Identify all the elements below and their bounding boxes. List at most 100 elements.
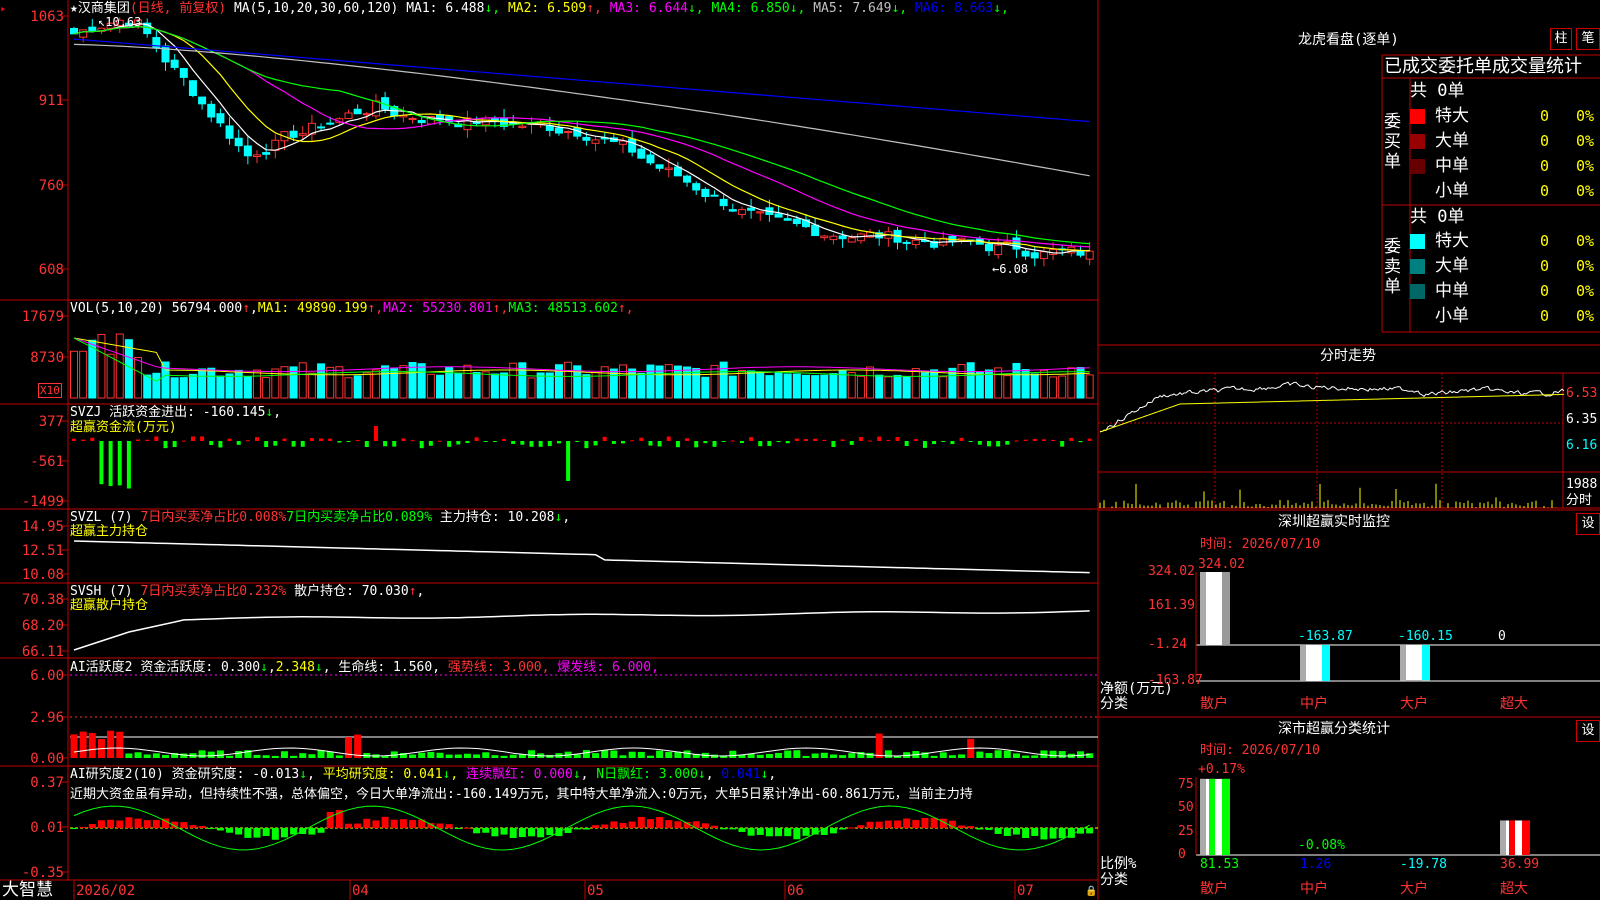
volume-bar (143, 374, 152, 399)
research-bar (1022, 828, 1030, 839)
research-bar (290, 828, 298, 835)
research-bar (528, 828, 535, 837)
volume-bar (207, 367, 216, 399)
activity-bar (107, 730, 115, 758)
y-tick-label: 911 (39, 93, 64, 109)
flow-bar (886, 440, 891, 442)
bar-edge (1522, 820, 1530, 855)
ai-research-header: AI研究度2(10) 资金研究度: -0.013↓, 平均研究度: 0.041↓… (70, 767, 777, 782)
class-y-tick: 50 (1178, 800, 1194, 815)
candle-body (289, 130, 298, 138)
order-pct: 0% (1576, 257, 1595, 275)
order-pct: 0% (1576, 132, 1595, 150)
activity-bar (1049, 750, 1057, 758)
activity-bar (610, 750, 618, 758)
volume-bar (637, 372, 646, 399)
activity-bar (134, 752, 142, 758)
y-tick-label: 66.11 (22, 644, 64, 660)
sz-class-settings-button[interactable]: 设 (1576, 720, 1600, 742)
date-label: 2026/02 (76, 883, 136, 899)
volume-bar (527, 377, 536, 399)
flow-bar (392, 441, 397, 447)
intraday-avg-line (1099, 393, 1564, 433)
volume-bar (198, 368, 207, 399)
flow-bar (813, 438, 818, 441)
flow-bar (611, 441, 616, 444)
volume-bar (1021, 369, 1030, 399)
flow-bar (556, 441, 561, 444)
activity-bar (454, 754, 462, 758)
research-bar (1058, 828, 1066, 839)
y-tick-label: -1499 (22, 494, 64, 510)
research-bar (582, 828, 590, 830)
y-tick-label: 2.96 (30, 710, 64, 726)
activity-bar (1077, 751, 1084, 758)
research-bar (930, 817, 938, 828)
candlestick-chart (70, 17, 1094, 267)
activity-bar (665, 751, 673, 758)
volume-bar (847, 372, 856, 399)
activity-bar (958, 754, 966, 758)
favorite-star-icon[interactable]: ★ (70, 1, 78, 16)
monitor-value-label: -160.15 (1398, 629, 1453, 644)
bar-view-button[interactable]: 柱 (1550, 28, 1572, 50)
volume-bar (179, 377, 188, 399)
vol-header: VOL(5,10,20) 56794.000↑,MA1: 49890.199↑,… (70, 301, 634, 316)
volume-bar (500, 372, 509, 399)
research-bar (198, 825, 206, 828)
lock-icon[interactable]: 🔒 (1085, 884, 1097, 899)
candle-body (582, 136, 591, 141)
candle-body (902, 241, 911, 244)
candle-body (838, 235, 847, 240)
volume-bar (362, 372, 371, 399)
activity-bars (70, 674, 1098, 758)
activity-bar (409, 754, 417, 758)
flow-bar (904, 441, 909, 446)
research-bar (70, 828, 78, 830)
activity-bar (491, 755, 499, 758)
flow-bar (428, 441, 433, 446)
flow-bar (877, 436, 882, 441)
bar-stripe (1509, 820, 1515, 855)
sz-class-ylabel: 比例% (1100, 856, 1137, 872)
volume-bar (701, 376, 710, 399)
research-bar (738, 828, 746, 832)
sell-total: 共 0单 (1410, 207, 1465, 227)
volume-bar (582, 374, 591, 399)
activity-bar (646, 755, 654, 758)
flow-bar (602, 436, 607, 441)
flow-bar (941, 441, 946, 442)
research-bar (216, 828, 224, 831)
class-category: 大户 (1400, 881, 1428, 897)
flow-bar (264, 441, 269, 448)
flow-bar (1023, 439, 1028, 441)
order-count: 0 (1540, 257, 1550, 275)
panel-borders (0, 0, 1600, 900)
candle-body (820, 235, 829, 239)
vol-unit: X10 (38, 383, 62, 398)
research-bar (207, 828, 215, 829)
flow-bar (675, 441, 680, 448)
vol-ma-item: MA3: 48513.602↑, (508, 301, 634, 316)
retail-position-line (73, 610, 1090, 651)
research-bar (363, 818, 371, 828)
period-label[interactable]: (日线, 前复权) (130, 1, 226, 16)
flow-bar (804, 439, 808, 441)
tick-view-button[interactable]: 笔 (1576, 28, 1600, 50)
flow-bar (703, 441, 708, 444)
flow-bar (145, 439, 150, 441)
sz-monitor-xlabel: 分类 (1100, 696, 1128, 712)
y-tick-label: 12.51 (22, 543, 64, 559)
class-category: 中户 (1300, 881, 1328, 897)
activity-bar (280, 751, 288, 758)
research-bar (372, 820, 380, 828)
y-tick-label: 377 (39, 414, 64, 430)
order-count: 0 (1540, 157, 1550, 175)
flow-bar (657, 441, 662, 447)
stock-name[interactable]: 汉商集团 (78, 1, 130, 16)
volume-bar (664, 364, 673, 399)
monitor-bar (1300, 645, 1330, 681)
volume-bar (234, 369, 243, 399)
sz-monitor-settings-button[interactable]: 设 (1576, 513, 1600, 535)
research-bar (674, 821, 682, 828)
